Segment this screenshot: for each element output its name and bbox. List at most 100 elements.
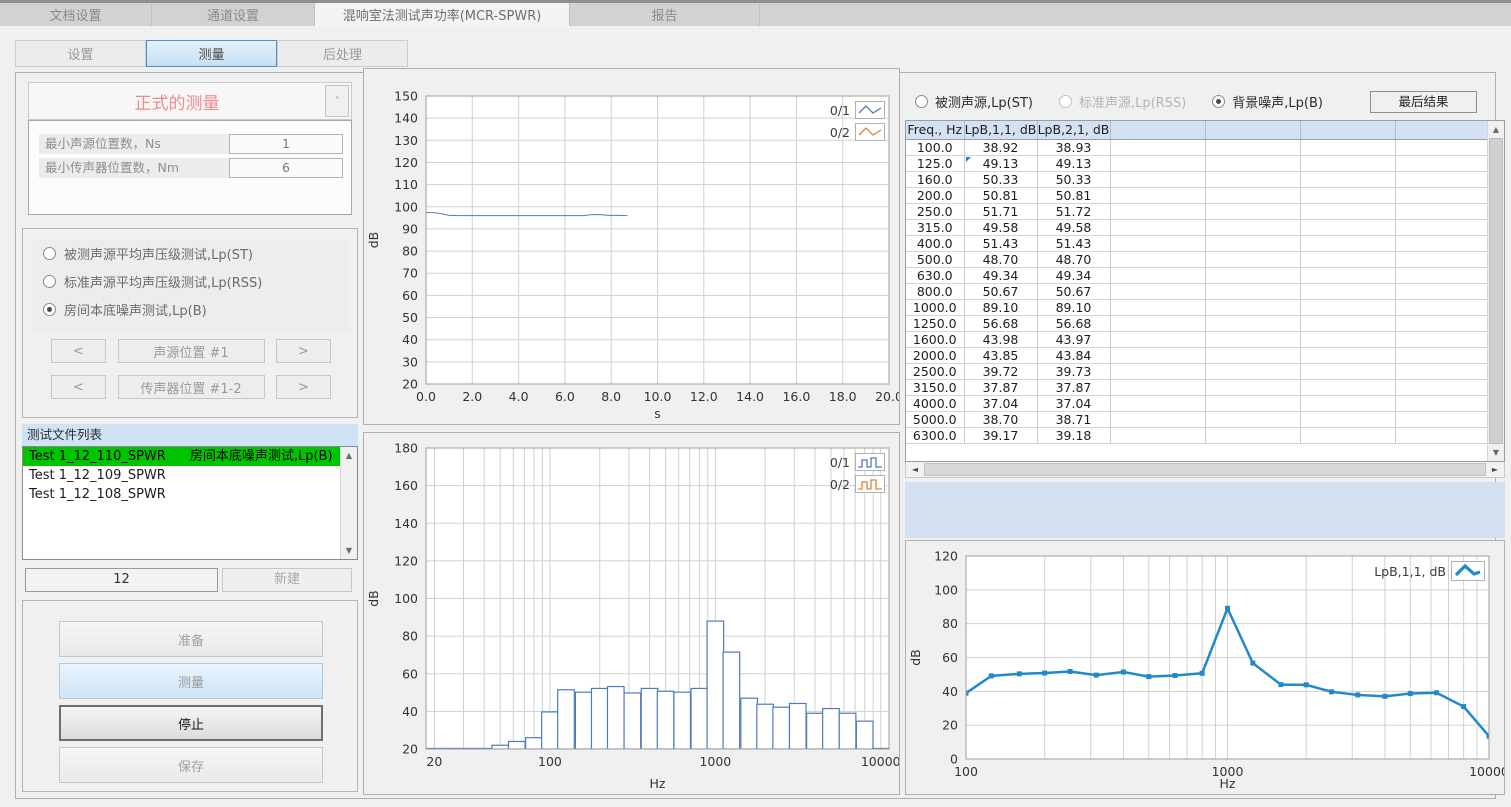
table-cell[interactable]: 49.58: [1037, 219, 1110, 235]
table-cell[interactable]: [1395, 411, 1488, 427]
table-cell[interactable]: 50.67: [964, 283, 1037, 299]
table-cell[interactable]: [1110, 395, 1205, 411]
table-cell[interactable]: 160.0: [906, 171, 964, 187]
table-cell[interactable]: 51.71: [964, 203, 1037, 219]
table-cell[interactable]: [1395, 299, 1488, 315]
table-cell[interactable]: [1110, 347, 1205, 363]
table-cell[interactable]: [1395, 155, 1488, 171]
table-cell[interactable]: 5000.0: [906, 411, 964, 427]
stop-button[interactable]: 停止: [59, 705, 323, 741]
table-cell[interactable]: 1250.0: [906, 315, 964, 331]
table-cell[interactable]: [1205, 139, 1300, 155]
table-cell[interactable]: 43.97: [1037, 331, 1110, 347]
table-row[interactable]: 3150.037.8737.87: [906, 379, 1488, 395]
table-cell[interactable]: [1300, 299, 1395, 315]
table-cell[interactable]: [1205, 235, 1300, 251]
table-cell[interactable]: 49.13: [964, 155, 1037, 171]
table-cell[interactable]: [1395, 267, 1488, 283]
table-cell[interactable]: [1395, 347, 1488, 363]
table-cell[interactable]: [1300, 283, 1395, 299]
scroll-up-icon[interactable]: ▲: [341, 448, 357, 463]
table-cell[interactable]: 56.68: [1037, 315, 1110, 331]
table-cell[interactable]: 250.0: [906, 203, 964, 219]
table-cell[interactable]: [1300, 155, 1395, 171]
table-cell[interactable]: 49.13: [1037, 155, 1110, 171]
table-cell[interactable]: [1110, 267, 1205, 283]
radio-lp-b[interactable]: 房间本底噪声测试,Lp(B): [31, 295, 349, 323]
file-list-item[interactable]: Test 1_12_108_SPWR: [23, 485, 340, 504]
table-cell[interactable]: [1300, 363, 1395, 379]
table-cell[interactable]: 39.72: [964, 363, 1037, 379]
table-cell[interactable]: 39.18: [1037, 427, 1110, 443]
table-cell[interactable]: [1300, 411, 1395, 427]
table-row[interactable]: 100.038.9238.93: [906, 139, 1488, 155]
table-cell[interactable]: [1205, 283, 1300, 299]
table-cell[interactable]: [1205, 411, 1300, 427]
table-row[interactable]: 250.051.7151.72: [906, 203, 1488, 219]
table-row[interactable]: 500.048.7048.70: [906, 251, 1488, 267]
table-cell[interactable]: 50.33: [964, 171, 1037, 187]
save-button[interactable]: 保存: [59, 747, 323, 783]
tab-document-settings[interactable]: 文档设置: [0, 3, 152, 26]
table-cell[interactable]: [1300, 379, 1395, 395]
table-cell[interactable]: 2500.0: [906, 363, 964, 379]
table-cell[interactable]: [1205, 315, 1300, 331]
radio-icon-selected[interactable]: [43, 303, 56, 316]
radio-icon[interactable]: [43, 247, 56, 260]
table-cell[interactable]: [1110, 427, 1205, 443]
table-cell[interactable]: 39.73: [1037, 363, 1110, 379]
table-cell[interactable]: 43.98: [964, 331, 1037, 347]
table-cell[interactable]: [1300, 315, 1395, 331]
table-cell[interactable]: [1110, 363, 1205, 379]
table-cell[interactable]: [1205, 299, 1300, 315]
table-cell[interactable]: [1300, 427, 1395, 443]
last-result-button[interactable]: 最后结果: [1370, 91, 1477, 113]
table-cell[interactable]: [1395, 427, 1488, 443]
table-cell[interactable]: [1110, 299, 1205, 315]
result-radio-lp-st-label[interactable]: 被测声源,Lp(ST): [935, 92, 1033, 111]
table-row[interactable]: 315.049.5849.58: [906, 219, 1488, 235]
table-cell[interactable]: [1205, 155, 1300, 171]
tab-mcr-spwr[interactable]: 混响室法测试声功率(MCR-SPWR): [315, 3, 570, 26]
measurement-mode-dropdown[interactable]: 正式的测量 ˅: [28, 82, 352, 120]
table-cell[interactable]: 315.0: [906, 219, 964, 235]
table-cell[interactable]: [1110, 155, 1205, 171]
table-row[interactable]: 5000.038.7038.71: [906, 411, 1488, 427]
table-cell[interactable]: 37.87: [1037, 379, 1110, 395]
table-cell[interactable]: [1395, 315, 1488, 331]
scroll-thumb[interactable]: [924, 463, 1486, 476]
table-cell[interactable]: [1395, 331, 1488, 347]
table-cell[interactable]: [1205, 187, 1300, 203]
scroll-thumb[interactable]: [1489, 138, 1503, 444]
scroll-up-icon[interactable]: ▲: [1488, 122, 1504, 137]
table-vertical-scrollbar[interactable]: ▲ ▼: [1487, 121, 1504, 461]
scroll-down-icon[interactable]: ▼: [341, 543, 357, 558]
file-list-item-selected[interactable]: Test 1_12_110_SPWR房间本底噪声测试,Lp(B): [23, 447, 340, 466]
radio-icon[interactable]: [915, 95, 928, 108]
table-row[interactable]: 1250.056.6856.68: [906, 315, 1488, 331]
table-row[interactable]: 2000.043.8543.84: [906, 347, 1488, 363]
table-cell[interactable]: [1110, 331, 1205, 347]
source-position-prev-button[interactable]: <: [51, 339, 106, 363]
table-cell[interactable]: 56.68: [964, 315, 1037, 331]
mic-position-next-button[interactable]: >: [276, 375, 331, 399]
table-cell[interactable]: 400.0: [906, 235, 964, 251]
result-radio-lp-b-label[interactable]: 背景噪声,Lp(B): [1232, 92, 1323, 111]
table-cell[interactable]: 49.34: [1037, 267, 1110, 283]
table-cell[interactable]: [1300, 187, 1395, 203]
tab-report[interactable]: 报告: [570, 3, 760, 26]
table-row[interactable]: 1000.089.1089.10: [906, 299, 1488, 315]
radio-lp-st[interactable]: 被测声源平均声压级测试,Lp(ST): [31, 239, 349, 267]
table-cell[interactable]: 200.0: [906, 187, 964, 203]
table-cell[interactable]: [1205, 267, 1300, 283]
legend-entry[interactable]: 0/2: [830, 475, 885, 493]
new-file-button[interactable]: 新建: [222, 568, 352, 592]
table-cell[interactable]: 51.43: [1037, 235, 1110, 251]
file-count-button[interactable]: 12: [25, 568, 218, 592]
table-cell[interactable]: [1300, 347, 1395, 363]
min-mic-positions-field[interactable]: 6: [229, 158, 343, 178]
table-cell[interactable]: [1395, 171, 1488, 187]
table-cell[interactable]: [1110, 411, 1205, 427]
table-cell[interactable]: [1300, 171, 1395, 187]
mic-position-button[interactable]: 传声器位置 #1-2: [118, 375, 265, 399]
